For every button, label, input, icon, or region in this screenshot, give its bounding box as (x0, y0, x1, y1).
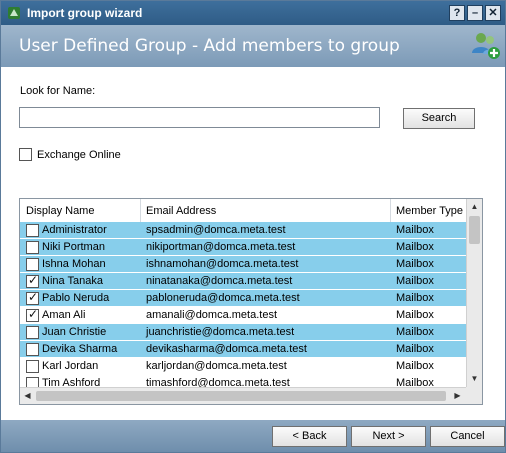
help-button[interactable]: ? (449, 5, 465, 21)
row-checkbox[interactable] (26, 360, 39, 373)
cell-email-address: ishnamohan@domca.meta.test (146, 258, 299, 270)
grid-header: Display Name Email Address Member Type (20, 199, 466, 223)
table-row[interactable]: Ishna Mohan ishnamohan@domca.meta.test Mai… (20, 256, 466, 273)
cell-member-type: Mailbox (396, 292, 434, 304)
look-for-name-label: Look for Name: (20, 85, 96, 97)
column-header-email-address[interactable]: Email Address (146, 205, 216, 217)
row-checkbox[interactable] (26, 224, 39, 237)
cell-display-name: Karl Jordan (42, 360, 99, 372)
cell-email-address: amanali@domca.meta.test (146, 309, 278, 321)
cell-display-name: Pablo Neruda (42, 292, 110, 304)
row-checkbox[interactable] (26, 343, 39, 356)
scroll-down-icon[interactable]: ▼ (467, 371, 482, 387)
cell-member-type: Mailbox (396, 343, 434, 355)
back-button[interactable]: < Back (272, 426, 347, 447)
window-title: Import group wizard (27, 6, 143, 20)
row-checkbox[interactable] (26, 258, 39, 271)
column-header-display-name[interactable]: Display Name (26, 205, 94, 217)
cell-member-type: Mailbox (396, 275, 434, 287)
cell-member-type: Mailbox (396, 224, 434, 236)
table-row[interactable]: Nina Tanaka ninatanaka@domca.meta.test Mai… (20, 273, 466, 290)
scroll-up-icon[interactable]: ▲ (467, 199, 482, 215)
cell-email-address: nikiportman@domca.meta.test (146, 241, 296, 253)
minimize-button[interactable]: – (467, 5, 483, 21)
cell-email-address: devikasharma@domca.meta.test (146, 343, 307, 355)
row-checkbox[interactable] (26, 273, 39, 288)
cell-member-type: Mailbox (396, 326, 434, 338)
cell-member-type: Mailbox (396, 309, 434, 321)
scrollbar-corner (466, 387, 482, 404)
cell-display-name: Aman Ali (42, 309, 86, 321)
table-row[interactable]: Niki Portman nikiportman@domca.meta.test M… (20, 239, 466, 256)
name-search-input[interactable] (19, 107, 380, 128)
cancel-button[interactable]: Cancel (430, 426, 505, 447)
horizontal-scroll-thumb[interactable] (36, 391, 446, 401)
vertical-scroll-thumb[interactable] (469, 216, 480, 244)
vertical-scrollbar[interactable]: ▲ ▼ (466, 199, 482, 387)
wizard-footer: < Back Next > Cancel (1, 420, 505, 452)
horizontal-scrollbar[interactable]: ◀ ▶ (20, 387, 466, 404)
cell-display-name: Niki Portman (42, 241, 105, 253)
next-button[interactable]: Next > (351, 426, 426, 447)
cell-member-type: Mailbox (396, 258, 434, 270)
import-group-wizard-window: Import group wizard ? – ✕ User Defined G… (0, 0, 506, 453)
table-row[interactable]: Karl Jordan karljordan@domca.meta.test Mai… (20, 358, 466, 375)
table-row[interactable]: Devika Sharma devikasharma@domca.meta.tes… (20, 341, 466, 358)
cell-display-name: Devika Sharma (42, 343, 118, 355)
search-button[interactable]: Search (403, 108, 475, 129)
row-checkbox[interactable] (26, 241, 39, 254)
column-divider[interactable] (140, 199, 141, 222)
table-row[interactable]: Juan Christie juanchristie@domca.meta.tes… (20, 324, 466, 341)
row-checkbox[interactable] (26, 307, 39, 322)
cell-display-name: Ishna Mohan (42, 258, 106, 270)
cell-email-address: spsadmin@domca.meta.test (146, 224, 286, 236)
cell-display-name: Juan Christie (42, 326, 107, 338)
column-divider[interactable] (390, 199, 391, 222)
page-title: User Defined Group - Add members to grou… (19, 36, 400, 56)
row-checkbox[interactable] (26, 326, 39, 339)
scroll-right-icon[interactable]: ▶ (450, 388, 465, 404)
scroll-left-icon[interactable]: ◀ (20, 388, 35, 404)
exchange-online-label: Exchange Online (37, 149, 121, 161)
title-bar[interactable]: Import group wizard ? – ✕ (1, 1, 505, 25)
cell-email-address: karljordan@domca.meta.test (146, 360, 287, 372)
table-row[interactable]: Pablo Neruda pabloneruda@domca.meta.test M… (20, 290, 466, 307)
cell-member-type: Mailbox (396, 241, 434, 253)
cell-email-address: ninatanaka@domca.meta.test (146, 275, 293, 287)
users-add-icon (472, 33, 500, 59)
exchange-online-checkbox[interactable] (19, 148, 32, 161)
wizard-app-icon (8, 7, 20, 19)
cell-email-address: pabloneruda@domca.meta.test (146, 292, 300, 304)
cell-email-address: juanchristie@domca.meta.test (146, 326, 295, 338)
wizard-header: User Defined Group - Add members to grou… (1, 25, 505, 67)
members-grid[interactable]: Display Name Email Address Member Type A… (19, 198, 483, 405)
table-row[interactable]: Aman Ali amanali@domca.meta.test Mailbox (20, 307, 466, 324)
close-button[interactable]: ✕ (485, 5, 501, 21)
table-row[interactable]: Administrator spsadmin@domca.meta.test Mai… (20, 222, 466, 239)
column-header-member-type[interactable]: Member Type (396, 205, 463, 217)
cell-display-name: Nina Tanaka (42, 275, 103, 287)
row-checkbox[interactable] (26, 290, 39, 305)
cell-member-type: Mailbox (396, 360, 434, 372)
cell-display-name: Administrator (42, 224, 107, 236)
